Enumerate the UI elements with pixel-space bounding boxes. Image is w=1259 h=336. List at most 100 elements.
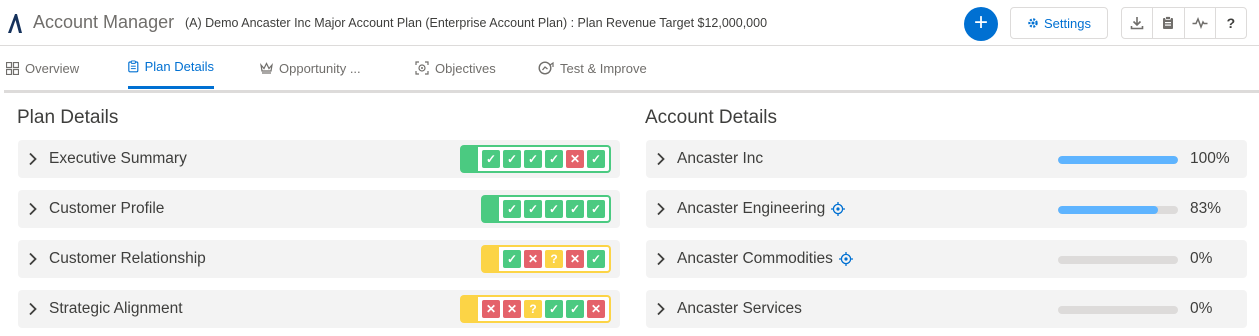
target-icon <box>415 61 429 75</box>
clipboard-icon <box>128 60 139 73</box>
clipboard-icon <box>1163 16 1174 29</box>
chevron-right-icon <box>657 152 665 166</box>
settings-button[interactable]: Settings <box>1010 7 1108 39</box>
grid-icon <box>6 61 19 75</box>
gauge-icon <box>538 61 554 75</box>
check-icon: ✓ <box>587 150 605 168</box>
question-icon: ? <box>545 250 563 268</box>
plan-details-title: Plan Details <box>17 107 119 128</box>
download-button[interactable] <box>1122 8 1154 38</box>
chevron-right-icon <box>29 152 37 166</box>
x-icon: ✕ <box>524 250 542 268</box>
checklist-status: ✓ ✕? ✕ ✓ <box>499 245 611 273</box>
progress-fill <box>1058 156 1178 164</box>
status-lead <box>481 195 499 223</box>
header-action-group: ? <box>1121 7 1247 39</box>
pulse-button[interactable] <box>1185 8 1216 38</box>
account-progress-bar <box>1058 306 1178 314</box>
account-name: Ancaster Services <box>677 300 802 317</box>
account-percent: 0% <box>1190 250 1213 267</box>
check-icon: ✓ <box>482 150 500 168</box>
status-lead <box>460 295 478 323</box>
plan-section-label: Customer Relationship <box>49 250 206 267</box>
account-percent: 83% <box>1190 200 1222 217</box>
checklist-status: ✓ ✓ ✓ ✓ ✕ ✓ <box>478 145 611 173</box>
tabs-divider <box>4 90 1259 93</box>
account-label-wrap: Ancaster Services <box>677 300 802 318</box>
plan-section-label: Strategic Alignment <box>49 300 183 317</box>
tab-objectives[interactable]: Objectives <box>415 47 496 89</box>
account-label-wrap: Ancaster Engineering <box>677 200 846 218</box>
tab-bar: Overview Plan Details Opportunity ... Ob… <box>0 47 1259 91</box>
chevron-right-icon <box>657 202 665 216</box>
tab-plan-details[interactable]: Plan Details <box>128 47 214 89</box>
tab-opportunity[interactable]: Opportunity ... <box>260 47 361 89</box>
download-icon <box>1130 17 1144 30</box>
check-icon: ✓ <box>524 150 542 168</box>
status-lead <box>460 145 478 173</box>
account-progress-bar <box>1058 256 1178 264</box>
account-percent: 100% <box>1190 150 1230 167</box>
account-label-wrap: Ancaster Inc <box>677 150 763 168</box>
check-icon: ✓ <box>566 200 584 218</box>
x-icon: ✕ <box>503 300 521 318</box>
check-icon: ✓ <box>524 200 542 218</box>
checklist-status: ✓ ✓ ✓ ✓ ✓ <box>499 195 611 223</box>
check-icon: ✓ <box>587 250 605 268</box>
checklist-status: ✕ ✕? ✓ ✓ ✕ <box>478 295 611 323</box>
account-row[interactable]: Ancaster Inc 100% <box>646 140 1247 178</box>
status-lead <box>481 245 499 273</box>
tab-overview[interactable]: Overview <box>6 47 79 89</box>
account-progress-bar <box>1058 156 1178 164</box>
chevron-right-icon <box>657 252 665 266</box>
pulse-icon <box>1192 17 1208 29</box>
clipboard-button[interactable] <box>1153 8 1185 38</box>
chevron-right-icon <box>29 252 37 266</box>
check-icon: ✓ <box>545 300 563 318</box>
section-status-indicator: ✕ ✕? ✓ ✓ ✕ <box>460 295 611 323</box>
tab-label: Test & Improve <box>560 60 647 76</box>
account-name: Ancaster Inc <box>677 150 764 167</box>
account-progress-bar <box>1058 206 1178 214</box>
add-button[interactable]: + <box>964 7 998 41</box>
plan-section-label: Customer Profile <box>49 200 165 217</box>
question-icon: ? <box>524 300 542 318</box>
tab-test-improve[interactable]: Test & Improve <box>538 47 647 89</box>
settings-label: Settings <box>1044 15 1091 31</box>
x-icon: ✕ <box>566 250 584 268</box>
progress-fill <box>1058 206 1158 214</box>
x-icon: ✕ <box>566 150 584 168</box>
gear-icon <box>1028 18 1038 28</box>
x-icon: ✕ <box>587 300 605 318</box>
check-icon: ✓ <box>503 200 521 218</box>
section-status-indicator: ✓ ✕? ✕ ✓ <box>481 245 611 273</box>
plan-section-label: Executive Summary <box>49 150 187 167</box>
account-row[interactable]: Ancaster Services 0% <box>646 290 1247 328</box>
plan-section-row[interactable]: Customer Profile ✓ ✓ ✓ ✓ ✓ <box>18 190 620 228</box>
check-icon: ✓ <box>545 200 563 218</box>
account-details-title: Account Details <box>645 107 778 128</box>
plan-section-row[interactable]: Customer Relationship ✓ ✕? ✕ ✓ <box>18 240 620 278</box>
account-name: Ancaster Engineering <box>677 200 826 217</box>
help-button[interactable]: ? <box>1216 8 1246 38</box>
plan-section-row[interactable]: Strategic Alignment ✕ ✕? ✓ ✓ ✕ <box>18 290 620 328</box>
chevron-right-icon <box>29 202 37 216</box>
plan-section-row[interactable]: Executive Summary ✓ ✓ ✓ ✓ ✕ ✓ <box>18 140 620 178</box>
chevron-right-icon <box>29 302 37 316</box>
account-row[interactable]: Ancaster Engineering 83% <box>646 190 1247 228</box>
account-label-wrap: Ancaster Commodities <box>677 250 853 268</box>
tab-label: Objectives <box>435 60 496 76</box>
app-title: Account Manager <box>33 12 175 32</box>
tab-label: Plan Details <box>144 59 214 74</box>
section-status-indicator: ✓ ✓ ✓ ✓ ✕ ✓ <box>460 145 611 173</box>
account-row[interactable]: Ancaster Commodities 0% <box>646 240 1247 278</box>
app-logo <box>8 14 22 33</box>
check-icon: ✓ <box>566 300 584 318</box>
crosshair-icon <box>831 202 846 216</box>
crown-icon <box>260 62 273 74</box>
account-name: Ancaster Commodities <box>677 250 833 267</box>
app-header: Account Manager (A) Demo Ancaster Inc Ma… <box>0 0 1259 46</box>
account-percent: 0% <box>1190 300 1213 317</box>
tab-label: Overview <box>25 60 80 76</box>
crosshair-icon <box>838 252 853 266</box>
